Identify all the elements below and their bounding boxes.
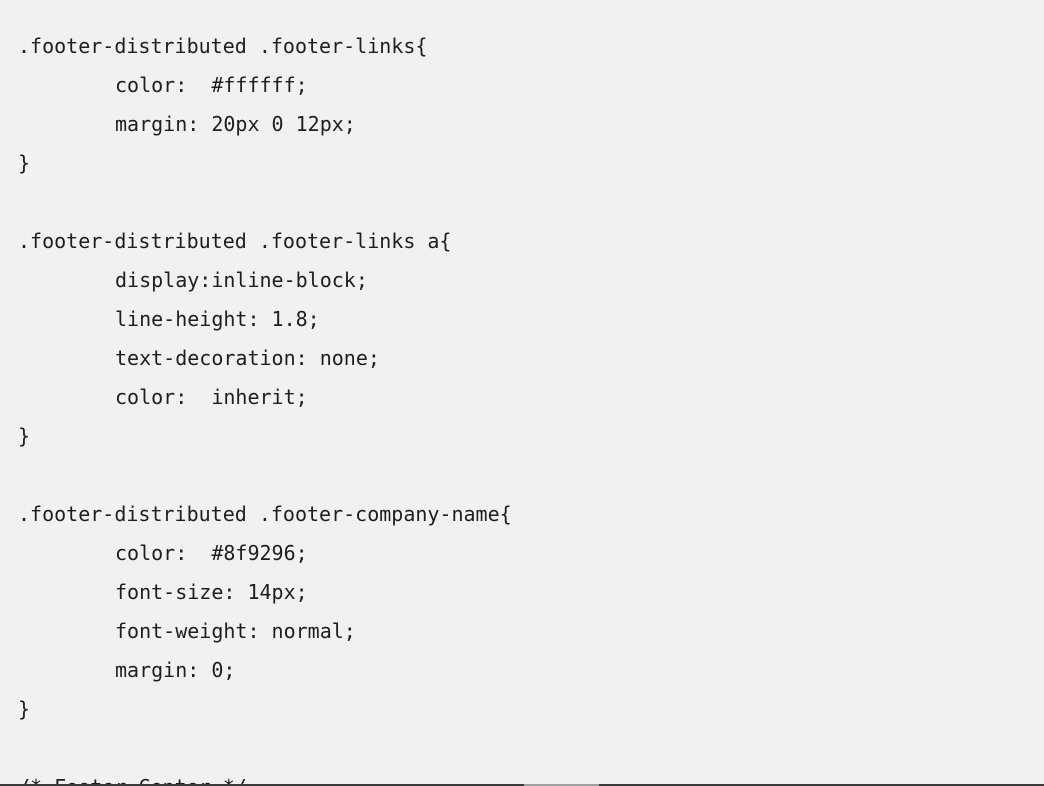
code-line-declaration: text-decoration: none; (115, 346, 380, 370)
code-line-declaration: color: #8f9296; (115, 541, 308, 565)
code-line-declaration: display:inline-block; (115, 268, 368, 292)
code-line-comment: /* Footer Center */ (18, 768, 512, 784)
code-line-declaration: line-height: 1.8; (115, 307, 320, 331)
code-line-declaration: font-size: 14px; (115, 580, 308, 604)
code-block: .footer-distributed .footer-links{ color… (18, 27, 512, 784)
code-line-declaration: margin: 0; (115, 658, 236, 682)
code-line-closing-brace: } (18, 151, 31, 175)
code-line-declaration: font-weight: normal; (115, 619, 356, 643)
code-line-selector: .footer-distributed .footer-links{ (18, 34, 428, 58)
code-line-closing-brace: } (18, 424, 31, 448)
code-line-closing-brace: } (18, 697, 31, 721)
code-line-declaration: color: #ffffff; (115, 73, 308, 97)
code-line-selector: .footer-distributed .footer-company-name… (18, 502, 512, 526)
code-line-selector: .footer-distributed .footer-links a{ (18, 229, 452, 253)
code-panel: .footer-distributed .footer-links{ color… (0, 0, 1044, 784)
code-line-declaration: color: inherit; (115, 385, 308, 409)
code-line-declaration: margin: 20px 0 12px; (115, 112, 356, 136)
